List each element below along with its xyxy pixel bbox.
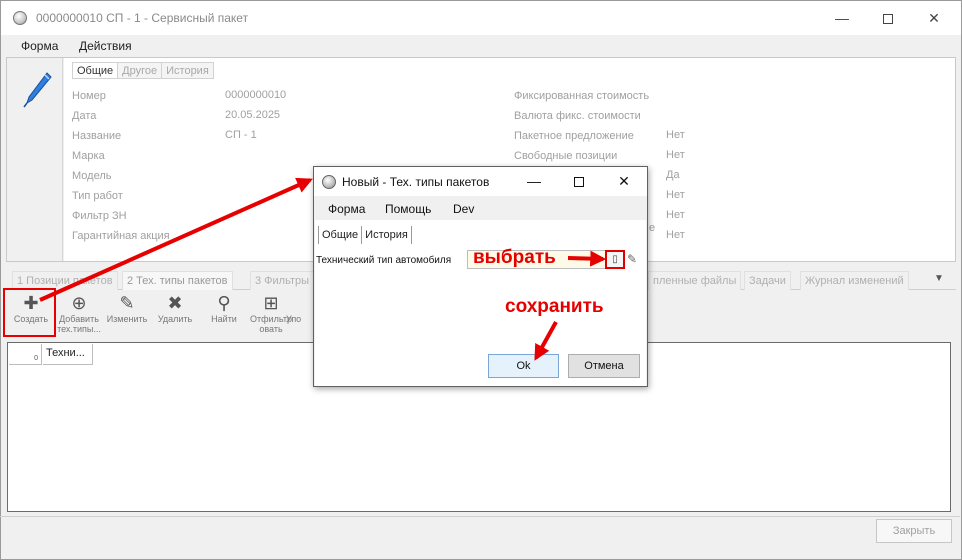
dialog-tab-history[interactable]: История — [362, 226, 412, 244]
field-value-number: 0000000010 — [225, 89, 287, 101]
tab-change-log[interactable]: Журнал изменений — [800, 271, 909, 290]
field-label-fixed-currency: Валюта фикс. стоимости — [514, 110, 641, 122]
save-annotation: сохранить — [505, 296, 604, 317]
field-label-warranty: Гарантийная акция — [72, 230, 170, 242]
binoculars-icon: ⚲ — [217, 293, 231, 313]
dialog-tab-general[interactable]: Общие — [318, 226, 363, 244]
field-value-7: Нет — [666, 209, 685, 221]
footer-separator — [0, 516, 960, 517]
field-value-free-positions: Нет — [666, 149, 685, 161]
tab-other[interactable]: Другое — [117, 62, 163, 79]
filter-label-2: овать — [259, 324, 283, 334]
pen-icon — [23, 72, 52, 108]
dialog-maximize-button[interactable] — [556, 167, 602, 196]
window-title: 0000000010 СП - 1 - Сервисный пакет — [36, 11, 249, 25]
app-icon — [13, 11, 27, 25]
dialog-close-button[interactable]: ✕ — [601, 167, 647, 196]
tech-type-field-label: Технический тип автомобиля — [316, 255, 452, 266]
close-window-button[interactable]: ✕ — [911, 1, 957, 35]
pencil-icon: ✎ — [119, 293, 135, 313]
form-tabs: Общие Другое История — [72, 62, 214, 79]
add-tech-types-button[interactable]: ⊕ Добавить тех.типы... — [54, 292, 104, 334]
tab-filters[interactable]: 3 Фильтры — [250, 271, 315, 290]
add-tech-types-label-2: тех.типы... — [57, 324, 101, 334]
dialog-title-bar: Новый - Тех. типы пакетов — ✕ — [314, 167, 647, 196]
field-label-free-positions: Свободные позиции — [514, 150, 618, 162]
field-value-package-offer: Нет — [666, 129, 685, 141]
title-bar: 0000000010 СП - 1 - Сервисный пакет — ✕ — [1, 1, 961, 35]
field-label-order-filter: Фильтр ЗН — [72, 210, 127, 222]
field-value-6: Нет — [666, 189, 685, 201]
edit-button[interactable]: ✎ Изменить — [102, 292, 152, 324]
ok-button[interactable]: Ok — [488, 354, 559, 378]
menu-bar: Форма Действия — [1, 35, 961, 57]
delete-button[interactable]: ✖ Удалить — [150, 292, 200, 324]
field-value-8: Нет — [666, 229, 685, 241]
field-label-8: е — [649, 222, 656, 234]
dialog-maximize-icon — [574, 177, 584, 188]
dialog-menu-bar: Форма Помощь Dev — [314, 197, 647, 219]
dialog-menu-dev[interactable]: Dev — [453, 202, 474, 216]
sort-icon — [286, 292, 316, 314]
tabs-dropdown-icon[interactable]: ▼ — [934, 273, 944, 284]
order-label: Упо — [286, 314, 302, 324]
field-label-number: Номер — [72, 90, 106, 102]
grid-row-header: 0 — [9, 344, 42, 365]
order-button[interactable]: Упо — [286, 292, 316, 324]
field-label-brand: Марка — [72, 150, 105, 162]
dialog-menu-help[interactable]: Помощь — [385, 202, 431, 216]
minimize-button[interactable]: — — [819, 1, 865, 35]
field-label-package-offer: Пакетное предложение — [514, 130, 634, 142]
grid-column-header[interactable]: Техни... — [43, 344, 93, 365]
add-tech-types-label: Добавить — [59, 314, 99, 324]
delete-label: Удалить — [157, 314, 193, 324]
create-highlight-box — [3, 288, 56, 337]
tab-attached-files[interactable]: пленные файлы — [648, 271, 742, 290]
edit-label: Изменить — [106, 314, 148, 324]
menu-form[interactable]: Форма — [21, 39, 58, 53]
field-value-5: Да — [666, 169, 680, 181]
select-tech-type-button[interactable]: ▯ — [605, 250, 625, 269]
edit-tech-type-icon[interactable]: ✎ — [625, 251, 639, 268]
dialog-minimize-button[interactable]: — — [511, 167, 557, 196]
tab-tasks[interactable]: Задачи — [744, 271, 791, 290]
tab-tech-types[interactable]: 2 Тех. типы пакетов — [122, 271, 233, 290]
find-label: Найти — [211, 314, 237, 324]
cancel-button[interactable]: Отмена — [568, 354, 640, 378]
field-label-work-type: Тип работ — [72, 190, 123, 202]
pen-area — [7, 58, 63, 261]
tab-history[interactable]: История — [161, 62, 214, 79]
dialog-menu-form[interactable]: Форма — [328, 202, 365, 216]
field-label-model: Модель — [72, 170, 112, 182]
menu-actions[interactable]: Действия — [79, 39, 132, 53]
maximize-icon — [883, 14, 893, 25]
dialog-app-icon — [322, 175, 336, 189]
cross-icon: ✖ — [167, 293, 183, 313]
find-button[interactable]: ⚲ Найти — [199, 292, 249, 324]
field-label-date: Дата — [72, 110, 97, 122]
field-value-name: СП - 1 — [225, 129, 257, 141]
maximize-button[interactable] — [865, 1, 911, 35]
field-value-date: 20.05.2025 — [225, 109, 281, 121]
field-label-name: Название — [72, 130, 122, 142]
pick-annotation: выбрать — [473, 247, 556, 268]
field-label-fixed-cost: Фиксированная стоимость — [514, 90, 650, 102]
close-button[interactable]: Закрыть — [876, 519, 952, 543]
tab-general[interactable]: Общие — [72, 62, 119, 79]
dialog-tabs: Общие История — [318, 226, 412, 244]
add-list-icon: ⊕ — [71, 293, 87, 313]
dialog-title: Новый - Тех. типы пакетов — [342, 175, 490, 189]
